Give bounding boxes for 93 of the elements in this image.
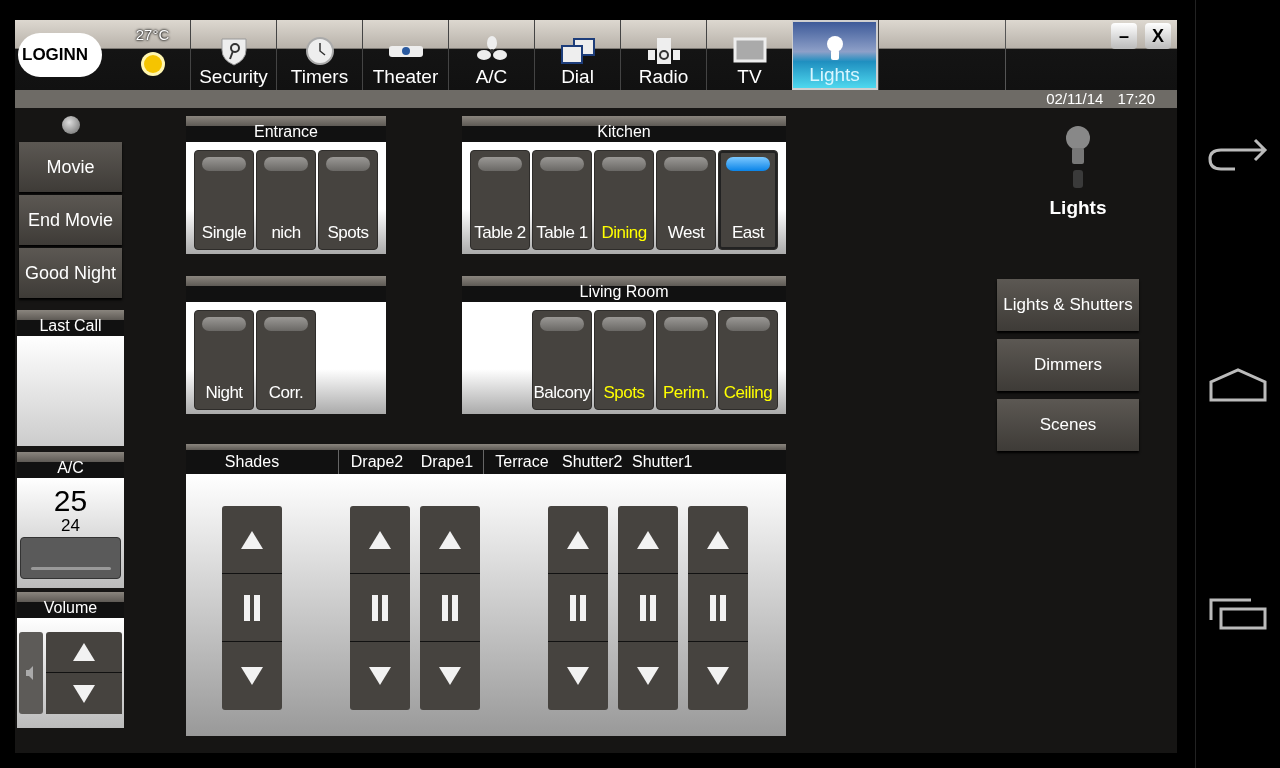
minimize-button[interactable]: – xyxy=(1111,23,1137,49)
speaker-icon xyxy=(26,666,36,680)
pause-icon xyxy=(709,594,727,621)
current-temperature: 25 xyxy=(53,486,88,516)
shade-label: Terrace xyxy=(494,452,550,472)
up-arrow-icon xyxy=(707,530,729,549)
pause-icon xyxy=(639,594,657,621)
home-icon[interactable] xyxy=(1209,368,1267,402)
shade-label: Shutter2 xyxy=(562,452,622,472)
control-button[interactable] xyxy=(548,506,608,574)
light-switch[interactable]: Night xyxy=(194,310,254,410)
control-button[interactable] xyxy=(688,506,748,574)
control-button[interactable] xyxy=(350,506,410,574)
panel-title: Volume xyxy=(43,599,98,617)
control-button[interactable] xyxy=(350,642,410,710)
down-arrow-icon xyxy=(369,667,391,685)
up-arrow-icon xyxy=(439,530,461,549)
setpoint-temperature: 24 xyxy=(61,516,80,536)
light-switch[interactable]: Spots xyxy=(594,310,654,410)
light-switch[interactable]: Table 2 xyxy=(470,150,530,250)
light-switch[interactable]: Corr. xyxy=(256,310,316,410)
down-arrow-icon xyxy=(707,667,729,685)
light-switch[interactable]: Spots xyxy=(318,150,378,250)
time: 17:20 xyxy=(1117,88,1155,109)
menu-button[interactable]: Dimmers xyxy=(997,338,1139,391)
screens-icon xyxy=(559,36,596,66)
control-button[interactable] xyxy=(350,574,410,642)
control-button[interactable] xyxy=(46,673,122,714)
status-led xyxy=(61,116,80,134)
pause-icon xyxy=(371,594,389,621)
bulb-icon xyxy=(1064,126,1092,190)
control-button[interactable] xyxy=(420,642,480,710)
control-button[interactable] xyxy=(548,574,608,642)
up-arrow-icon xyxy=(369,530,391,549)
control-button[interactable] xyxy=(618,506,678,574)
control-button[interactable] xyxy=(618,574,678,642)
down-arrow-icon xyxy=(567,667,589,685)
down-arrow-icon xyxy=(73,684,95,703)
control-button[interactable] xyxy=(618,642,678,710)
speakers-icon xyxy=(645,36,682,66)
recent-apps-icon[interactable] xyxy=(1209,598,1267,630)
panel-title: Kitchen xyxy=(597,123,651,141)
control-button[interactable] xyxy=(688,642,748,710)
light-switch[interactable]: Ceiling xyxy=(718,310,778,410)
panel-title: Last Call xyxy=(39,317,102,335)
light-switch[interactable]: Dining xyxy=(594,150,654,250)
control-button[interactable] xyxy=(420,574,480,642)
shade-label: Shutter1 xyxy=(632,452,692,472)
down-arrow-icon xyxy=(439,667,461,685)
light-switch[interactable]: Perim. xyxy=(656,310,716,410)
shade-label: Drape2 xyxy=(349,452,405,472)
tv-icon xyxy=(731,36,768,66)
control-button[interactable] xyxy=(222,506,282,574)
scene-button[interactable]: Movie xyxy=(19,142,122,192)
date: 02/11/14 xyxy=(1046,88,1104,109)
control-button[interactable] xyxy=(420,506,480,574)
temperature: 27°C xyxy=(135,25,170,45)
control-button[interactable] xyxy=(688,574,748,642)
panel-title: Living Room xyxy=(579,283,669,301)
menu-button[interactable]: Scenes xyxy=(997,398,1139,451)
up-arrow-icon xyxy=(73,643,95,661)
control-button[interactable] xyxy=(222,642,282,710)
shade-label: Shades xyxy=(223,452,281,472)
back-icon[interactable] xyxy=(1207,138,1269,172)
down-arrow-icon xyxy=(637,667,659,685)
control-button[interactable] xyxy=(548,642,608,710)
down-arrow-icon xyxy=(241,667,263,685)
menu-button[interactable]: Lights & Shutters xyxy=(997,278,1139,331)
control-button[interactable] xyxy=(46,632,122,673)
light-switch[interactable]: Table 1 xyxy=(532,150,592,250)
light-switch[interactable]: East xyxy=(718,150,778,250)
light-switch[interactable]: Balcony xyxy=(532,310,592,410)
scene-button[interactable]: End Movie xyxy=(19,195,122,245)
panel-title: A/C xyxy=(57,459,84,477)
up-arrow-icon xyxy=(241,530,263,549)
section-title: Lights xyxy=(1049,196,1107,220)
scene-button[interactable]: Good Night xyxy=(19,248,122,298)
panel-title: Entrance xyxy=(253,123,318,141)
up-arrow-icon xyxy=(567,530,589,549)
control-button[interactable] xyxy=(222,574,282,642)
light-switch[interactable]: Single xyxy=(194,150,254,250)
pause-icon xyxy=(243,594,261,621)
ac-button[interactable] xyxy=(20,537,121,579)
logo: LOGINN xyxy=(18,33,103,77)
close-button[interactable]: X xyxy=(1145,23,1171,49)
pause-icon xyxy=(569,594,587,621)
light-switch[interactable]: West xyxy=(656,150,716,250)
up-arrow-icon xyxy=(637,530,659,549)
nav-tab[interactable]: Dial xyxy=(534,20,620,90)
pause-icon xyxy=(441,594,459,621)
light-switch[interactable]: nich xyxy=(256,150,316,250)
bar-icon xyxy=(30,567,111,570)
shade-label: Drape1 xyxy=(419,452,475,472)
